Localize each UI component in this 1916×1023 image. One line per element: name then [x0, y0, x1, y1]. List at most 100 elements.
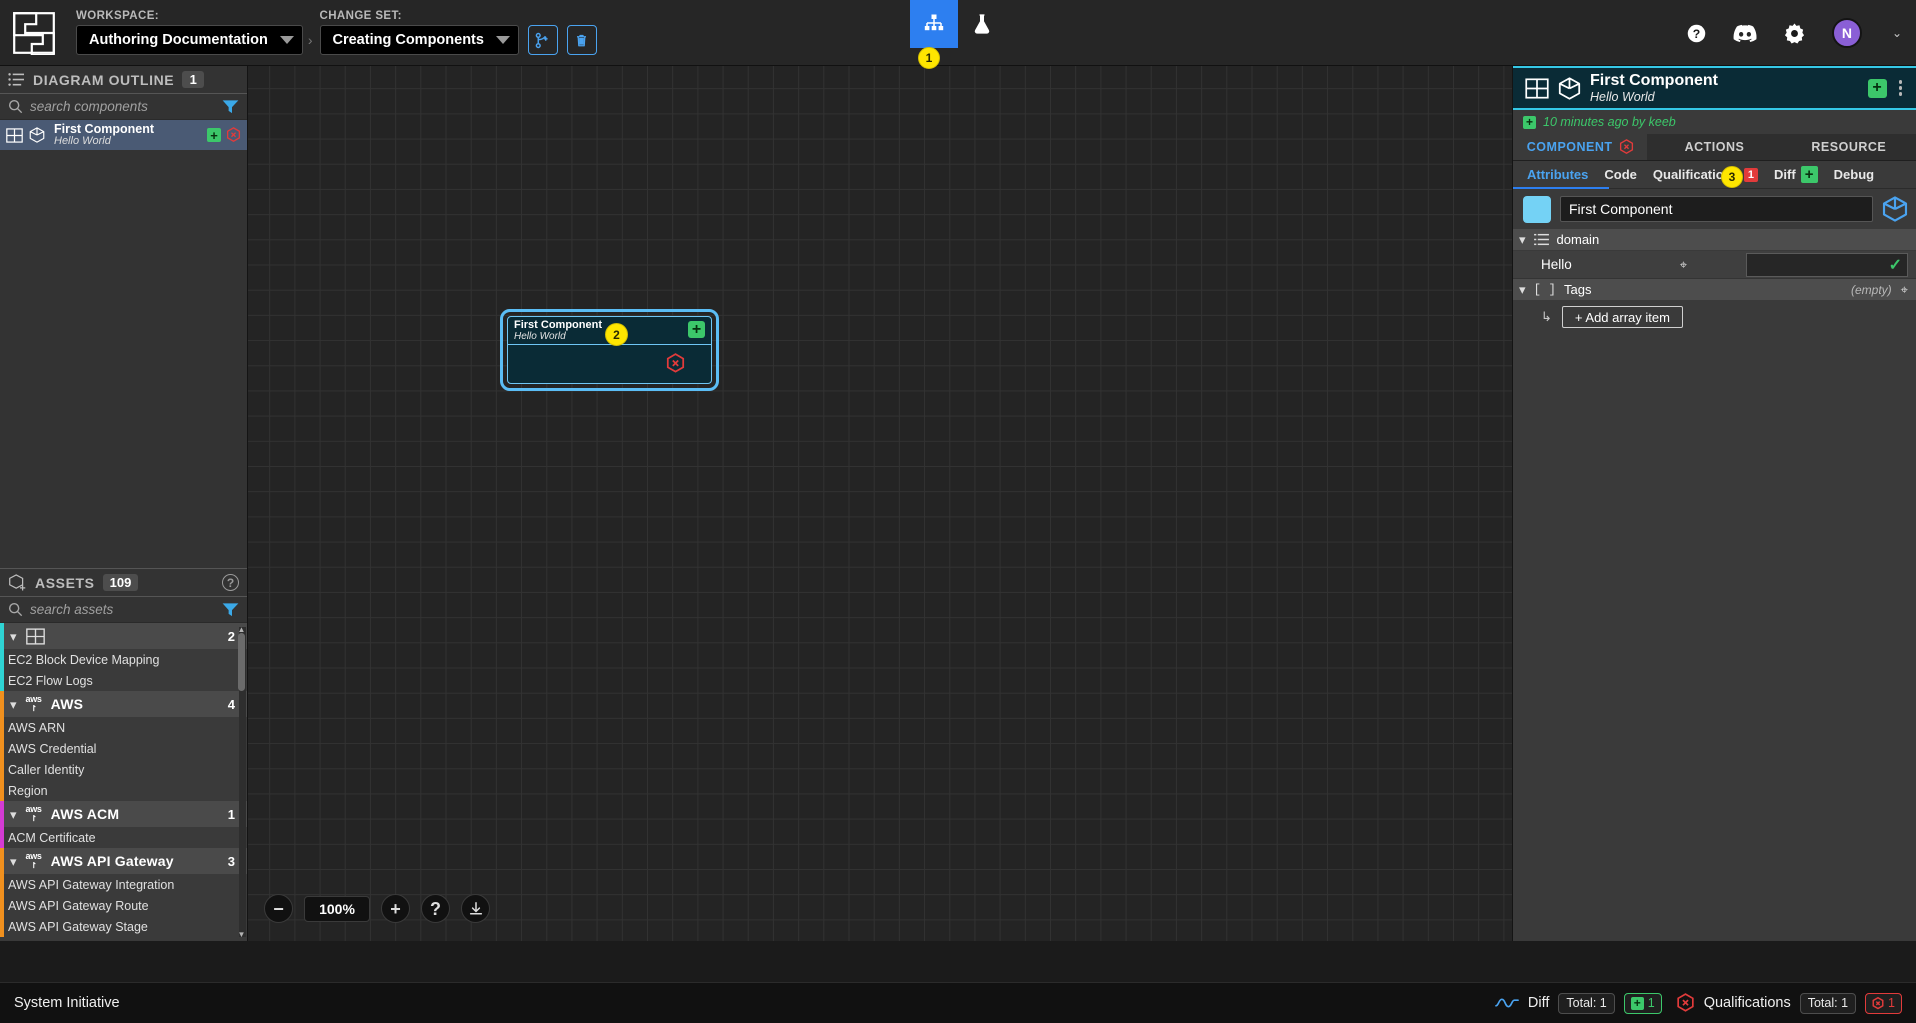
search-components-input[interactable] [30, 99, 215, 114]
changeset-select[interactable]: Creating Components [319, 25, 519, 55]
attribute-group-domain[interactable]: ▾ domain [1513, 229, 1916, 251]
changeset-value: Creating Components [332, 32, 484, 48]
scroll-up-arrow-icon[interactable]: ▲ [237, 625, 246, 634]
app-logo[interactable] [6, 5, 62, 61]
diagram-canvas[interactable]: First Component Hello World + 2 − 100% +… [248, 66, 1512, 941]
status-qualifications-label: Qualifications [1703, 995, 1791, 1011]
component-color-swatch[interactable] [1523, 195, 1551, 223]
workspace-value: Authoring Documentation [89, 32, 268, 48]
outline-item-first-component[interactable]: First Component Hello World + [0, 120, 247, 150]
chevron-down-icon[interactable]: ▾ [1519, 233, 1526, 246]
outline-item-add-button[interactable]: + [207, 128, 221, 142]
model-hierarchy-icon [924, 14, 944, 31]
changeset-label: CHANGE SET: [319, 10, 402, 22]
asset-item[interactable]: ACM Certificate [0, 827, 247, 848]
scroll-down-arrow-icon[interactable]: ▼ [237, 930, 246, 939]
asset-item[interactable]: EC2 Block Device Mapping [0, 649, 247, 670]
funnel-filter-icon[interactable] [222, 602, 239, 617]
asset-item-label: AWS ARN [8, 720, 66, 735]
schema-grid-icon [1525, 77, 1549, 99]
status-diff-group[interactable]: Diff Total: 1 + 1 [1495, 992, 1662, 1014]
asset-group-ec2[interactable]: ▾ 2 [0, 623, 247, 649]
hexagon-x-icon[interactable] [666, 353, 685, 374]
add-array-item-row: ↳ + Add array item [1513, 301, 1916, 333]
canvas-node-first-component[interactable]: First Component Hello World + 2 [500, 309, 719, 391]
user-avatar[interactable]: N [1831, 18, 1862, 48]
details-tabs: COMPONENT ACTIONS RESOURCE [1513, 134, 1916, 161]
subtab-attributes[interactable]: Attributes [1527, 167, 1588, 182]
asset-item[interactable]: AWS API Gateway Integration [0, 874, 247, 895]
delete-changeset-button[interactable] [566, 25, 597, 55]
status-diff-added: + 1 [1623, 992, 1662, 1014]
attribute-value-input[interactable]: ✓ [1746, 252, 1908, 277]
asset-item[interactable]: AWS Credential [0, 738, 247, 759]
asset-group-aws-acm[interactable]: ▾ aws ↾ AWS ACM 1 [0, 801, 247, 827]
workspace-select[interactable]: Authoring Documentation [76, 25, 303, 55]
asset-item[interactable]: EC2 Flow Logs [0, 670, 247, 691]
status-diff-added-count: 1 [1647, 996, 1655, 1010]
tab-model[interactable] [910, 0, 958, 48]
asset-item[interactable]: AWS API Gateway Stage [0, 916, 247, 937]
search-icon [8, 602, 23, 617]
hexagon-x-icon[interactable] [226, 127, 241, 143]
attribute-row-hello[interactable]: Hello ⌖ ✓ [1513, 251, 1916, 279]
status-qualifications-failed: 1 [1865, 992, 1902, 1014]
canvas-download-button[interactable] [461, 894, 490, 923]
item-accent-bar [0, 649, 4, 670]
merge-changeset-button[interactable] [527, 25, 558, 55]
status-qualifications-group[interactable]: Qualifications Total: 1 1 [1676, 992, 1902, 1014]
diagram-outline-title: DIAGRAM OUTLINE [33, 71, 175, 88]
assets-scroll-thumb[interactable] [238, 633, 245, 691]
canvas-zoom-controls: − 100% + ? [264, 894, 490, 923]
node-add-button[interactable]: + [688, 321, 705, 338]
schema-grid-icon [25, 627, 45, 645]
tab-resource-label: RESOURCE [1811, 140, 1887, 154]
assets-help-icon[interactable]: ? [222, 574, 239, 591]
status-qualifications-failed-count: 1 [1888, 996, 1895, 1010]
qualifications-badge: 1 [1743, 167, 1758, 182]
subtab-code[interactable]: Code [1604, 167, 1637, 182]
workspace-label: WORKSPACE: [76, 10, 160, 22]
chevron-down-icon[interactable]: ▾ [1519, 283, 1526, 296]
funnel-filter-icon[interactable] [222, 99, 239, 114]
app-root: WORKSPACE: Authoring Documentation › CHA… [0, 0, 1916, 1023]
tab-resource[interactable]: RESOURCE [1782, 134, 1916, 160]
tab-component[interactable]: COMPONENT [1513, 134, 1648, 160]
subtab-debug[interactable]: Debug [1834, 167, 1874, 182]
add-array-item-button[interactable]: + Add array item [1561, 306, 1683, 328]
canvas-help-button[interactable]: ? [421, 894, 450, 923]
wave-icon [1495, 998, 1519, 1008]
assets-scrollbar[interactable]: ▲ ▼ [237, 625, 246, 939]
tab-actions[interactable]: ACTIONS [1647, 134, 1781, 160]
subtab-diff[interactable]: Diff + [1774, 166, 1818, 183]
zoom-out-button[interactable]: − [264, 894, 293, 923]
user-menu-chevron-icon[interactable]: ⌄ [1892, 26, 1902, 40]
asset-group-aws-api-gateway[interactable]: ▾ aws ↾ AWS API Gateway 3 [0, 848, 247, 874]
assets-count: 109 [102, 574, 139, 591]
discord-button[interactable] [1733, 24, 1757, 43]
zoom-level-display[interactable]: 100% [304, 895, 370, 922]
schema-grid-icon [6, 127, 23, 143]
attribute-group-tags[interactable]: ▾ [ ] Tags (empty) ⌖ [1513, 279, 1916, 301]
aws-logo-icon: aws ↾ [25, 694, 42, 713]
hexagon-x-small-icon [1872, 996, 1884, 1009]
array-bracket-icon: [ ] [1533, 282, 1557, 297]
asset-item[interactable]: AWS ARN [0, 717, 247, 738]
component-name-input[interactable] [1560, 196, 1873, 222]
asset-item[interactable]: Region [0, 780, 247, 801]
search-assets-input[interactable] [30, 602, 215, 617]
asset-item[interactable]: Caller Identity [0, 759, 247, 780]
node-subtitle: Hello World [514, 331, 566, 343]
more-vertical-icon[interactable] [1895, 78, 1907, 98]
asset-group-aws[interactable]: ▾ aws ↾ AWS 4 [0, 691, 247, 717]
asset-item[interactable]: AWS API Gateway Route [0, 895, 247, 916]
tab-lab[interactable] [958, 0, 1006, 48]
settings-button[interactable] [1783, 22, 1806, 45]
zoom-in-button[interactable]: + [381, 894, 410, 923]
help-button[interactable]: ? [1686, 23, 1707, 44]
attribute-key: Hello [1541, 257, 1572, 272]
tab-actions-label: ACTIONS [1684, 140, 1745, 154]
details-add-button[interactable]: + [1867, 78, 1887, 98]
group-accent-bar [0, 801, 4, 827]
item-accent-bar [0, 670, 4, 691]
